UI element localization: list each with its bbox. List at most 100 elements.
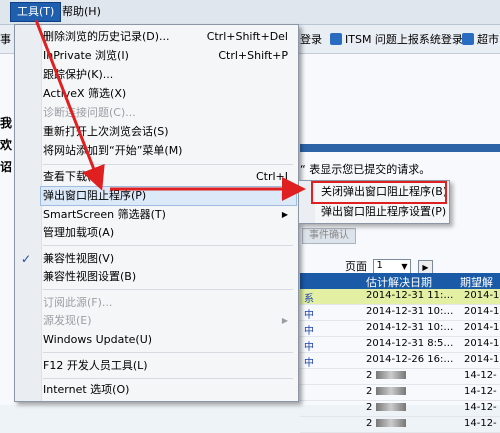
menu-item-label: 订阅此源(F)...: [43, 296, 113, 309]
favorite-itsm[interactable]: ITSM 问题上报系统登录: [330, 31, 463, 47]
side-char-0: 我: [0, 116, 13, 130]
menu-item-label: 删除浏览的历史记录(D)...: [43, 30, 170, 43]
cell-expected: 2014-12-: [464, 322, 500, 333]
cell-title: 中: [304, 342, 314, 353]
menu-item-label: 查看下载(N): [43, 170, 104, 183]
page-icon: [462, 33, 474, 45]
menu-item-label: Internet 选项(O): [43, 383, 130, 396]
favorite-login[interactable]: 登录: [300, 31, 322, 47]
page-select-value: 1: [376, 260, 383, 271]
table-row[interactable]: 中 2014-12-26 16:… 2014-12-: [300, 353, 500, 369]
cell-expected: 2014-12-: [464, 306, 500, 317]
cell-estimated: 2: [366, 418, 406, 429]
table-header: 估计解决日期 期望解决: [300, 273, 500, 305]
menu-bar: 工具(T) 帮助(H): [0, 0, 500, 25]
favorite-itsm-label: ITSM 问题上报系统登录: [345, 33, 463, 46]
redacted-block: [375, 419, 406, 427]
favorites-left-stub[interactable]: 事: [0, 31, 11, 47]
menu-item-label: 跟踪保护(K)...: [43, 68, 114, 81]
menu-item-label: 源发现(E): [43, 314, 92, 327]
request-table: 系 2014-12-31 11:… 2014-12- 中 2014-12-31 10:…: [300, 289, 500, 433]
redacted-block: [375, 403, 406, 411]
pager-label: 页面: [345, 260, 367, 273]
tools-menu: 删除浏览的历史记录(D)... Ctrl+Shift+Del InPrivate …: [14, 24, 299, 402]
header-band: [300, 144, 500, 152]
menu-item-popup-blocker[interactable]: 弹出窗口阻止程序(P) ▶: [40, 186, 297, 206]
cell-expected: 14-12-: [464, 386, 497, 397]
submenu-arrow-icon: ▶: [281, 210, 288, 219]
cell-expected: 2014-12-: [464, 354, 500, 365]
cell-estimated: 2014-12-31 11:…: [366, 290, 454, 301]
table-row[interactable]: 中 2014-12-31 8:5… 2014-12-: [300, 337, 500, 353]
table-row[interactable]: 2 14-12-: [300, 401, 500, 417]
menu-item-f12-tools[interactable]: F12 开发人员工具(L): [41, 357, 296, 375]
menu-item-label: 重新打开上次浏览会话(S): [43, 125, 169, 138]
cell-estimated: 2014-12-31 10:…: [366, 322, 454, 333]
menu-item-inprivate[interactable]: InPrivate 浏览(I) Ctrl+Shift+P: [41, 47, 296, 65]
cell-expected: 14-12-: [464, 418, 497, 429]
redacted-block: [375, 387, 406, 395]
menu-item-label: ActiveX 筛选(X): [43, 87, 127, 100]
cell-estimated: 2014-12-31 10:…: [366, 306, 454, 317]
cell-estimated-text: 2: [366, 386, 373, 397]
menu-item-label: 弹出窗口阻止程序(P): [43, 189, 147, 202]
page-icon: [330, 33, 342, 45]
menu-item-label: SmartScreen 筛选器(T): [43, 208, 166, 221]
menu-tools[interactable]: 工具(T): [10, 2, 62, 22]
cell-estimated-text: 2: [366, 402, 373, 413]
header-estimated-date[interactable]: 估计解决日期: [366, 274, 432, 290]
menu-item-activex-filter[interactable]: ActiveX 筛选(X): [41, 85, 296, 103]
side-char-1: 欢: [0, 138, 13, 152]
cell-estimated: 2014-12-31 8:5…: [366, 338, 454, 349]
table-row[interactable]: 系 2014-12-31 11:… 2014-12-: [300, 289, 500, 305]
menu-item-reopen-session[interactable]: 重新打开上次浏览会话(S): [41, 123, 296, 141]
menu-item-internet-options[interactable]: Internet 选项(O): [41, 381, 296, 399]
cell-estimated: 2: [366, 386, 406, 397]
menu-item-subscribe-feed: 订阅此源(F)...: [41, 294, 296, 312]
menu-item-label: Windows Update(U): [43, 333, 153, 346]
table-row[interactable]: 2 14-12-: [300, 385, 500, 401]
menu-item-tracking-protection[interactable]: 跟踪保护(K)...: [41, 66, 296, 84]
menu-item-manage-addons[interactable]: 管理加载项(A): [41, 224, 296, 242]
menu-item-smartscreen[interactable]: SmartScreen 筛选器(T) ▶: [41, 206, 296, 224]
menu-item-delete-history[interactable]: 删除浏览的历史记录(D)... Ctrl+Shift+Del: [41, 28, 296, 46]
check-icon: ✓: [21, 252, 32, 266]
menu-item-label: InPrivate 浏览(I): [43, 49, 129, 62]
cell-estimated: 2: [366, 370, 406, 381]
cell-expected: 14-12-: [464, 402, 497, 413]
cell-estimated-text: 2: [366, 418, 373, 429]
redacted-block: [375, 371, 406, 379]
favorite-market[interactable]: 超市: [462, 31, 499, 47]
menu-item-windows-update[interactable]: Windows Update(U): [41, 331, 296, 349]
cell-estimated: 2014-12-26 16:…: [366, 354, 454, 365]
menu-item-feed-discovery: 源发现(E) ▶: [41, 312, 296, 330]
cell-title: 系: [304, 294, 314, 305]
menu-item-compat-settings[interactable]: 兼容性视图设置(B): [41, 268, 296, 286]
cell-expected: 14-12-: [464, 370, 497, 381]
table-row[interactable]: 中 2014-12-31 10:… 2014-12-: [300, 305, 500, 321]
request-hint: “ 表显示您已提交的请求。: [300, 163, 431, 176]
table-row[interactable]: 2 14-12-: [300, 417, 500, 433]
table-row[interactable]: 2 14-12-: [300, 369, 500, 385]
menu-item-label: 将网站添加到“开始”菜单(M): [43, 144, 183, 157]
cell-title: 中: [304, 310, 314, 321]
menu-separator: [43, 164, 293, 165]
menu-item-view-downloads[interactable]: 查看下载(N) Ctrl+J: [41, 168, 296, 186]
highlight-box: [311, 181, 447, 204]
dropdown-icon: ▼: [401, 262, 408, 271]
submenu-item-blocker-settings[interactable]: 弹出窗口阻止程序设置(P): [317, 203, 446, 221]
menu-item-shortcut: Ctrl+J: [255, 170, 288, 183]
cell-expected: 2014-12-: [464, 338, 500, 349]
menu-item-diagnose: 诊断连接问题(C)...: [41, 104, 296, 122]
menu-separator: [43, 245, 293, 246]
event-confirm-button[interactable]: 事件确认: [302, 228, 356, 244]
table-row[interactable]: 中 2014-12-31 10:… 2014-12-: [300, 321, 500, 337]
cell-expected: 2014-12-: [464, 290, 500, 301]
cell-estimated: 2: [366, 402, 406, 413]
pager: 页面 1 ▼ ▶: [345, 258, 433, 275]
menu-help[interactable]: 帮助(H): [56, 3, 107, 21]
submenu-arrow-icon: ▶: [281, 316, 288, 325]
menu-item-label: 管理加载项(A): [43, 226, 115, 239]
menu-item-compat-view[interactable]: ✓ 兼容性视图(V): [21, 250, 296, 268]
menu-item-add-to-start[interactable]: 将网站添加到“开始”菜单(M): [41, 142, 296, 160]
